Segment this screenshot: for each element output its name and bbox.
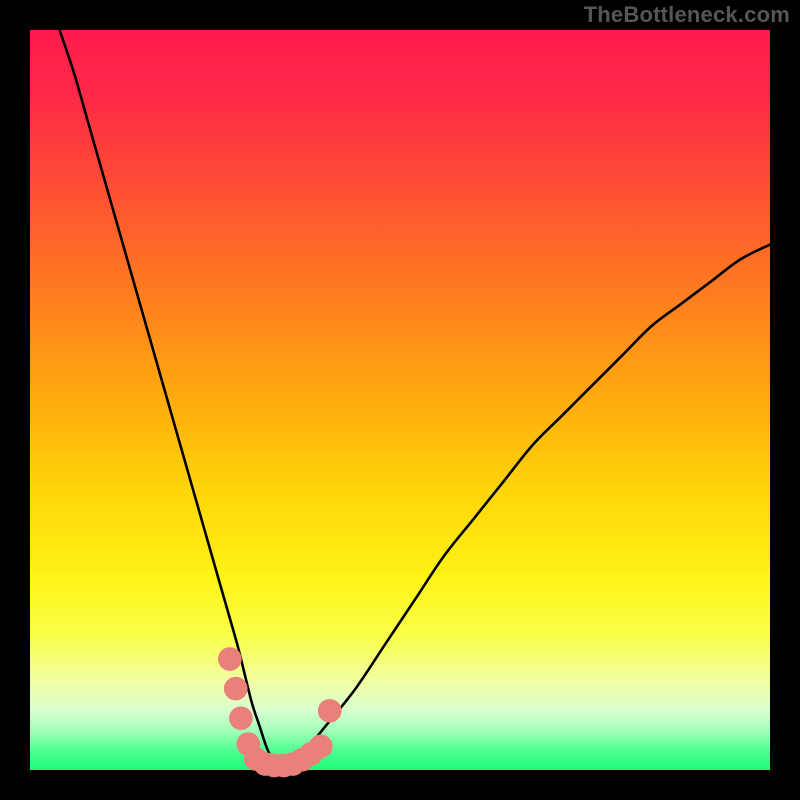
curve-marker (318, 699, 342, 723)
curve-marker (224, 677, 248, 701)
curve-marker (218, 647, 242, 671)
gradient-background (30, 30, 770, 770)
chart-stage: TheBottleneck.com (0, 0, 800, 800)
plot-svg (30, 30, 770, 770)
watermark-text: TheBottleneck.com (584, 2, 790, 28)
curve-marker (229, 706, 253, 730)
plot-area (30, 30, 770, 770)
curve-marker (309, 734, 333, 758)
